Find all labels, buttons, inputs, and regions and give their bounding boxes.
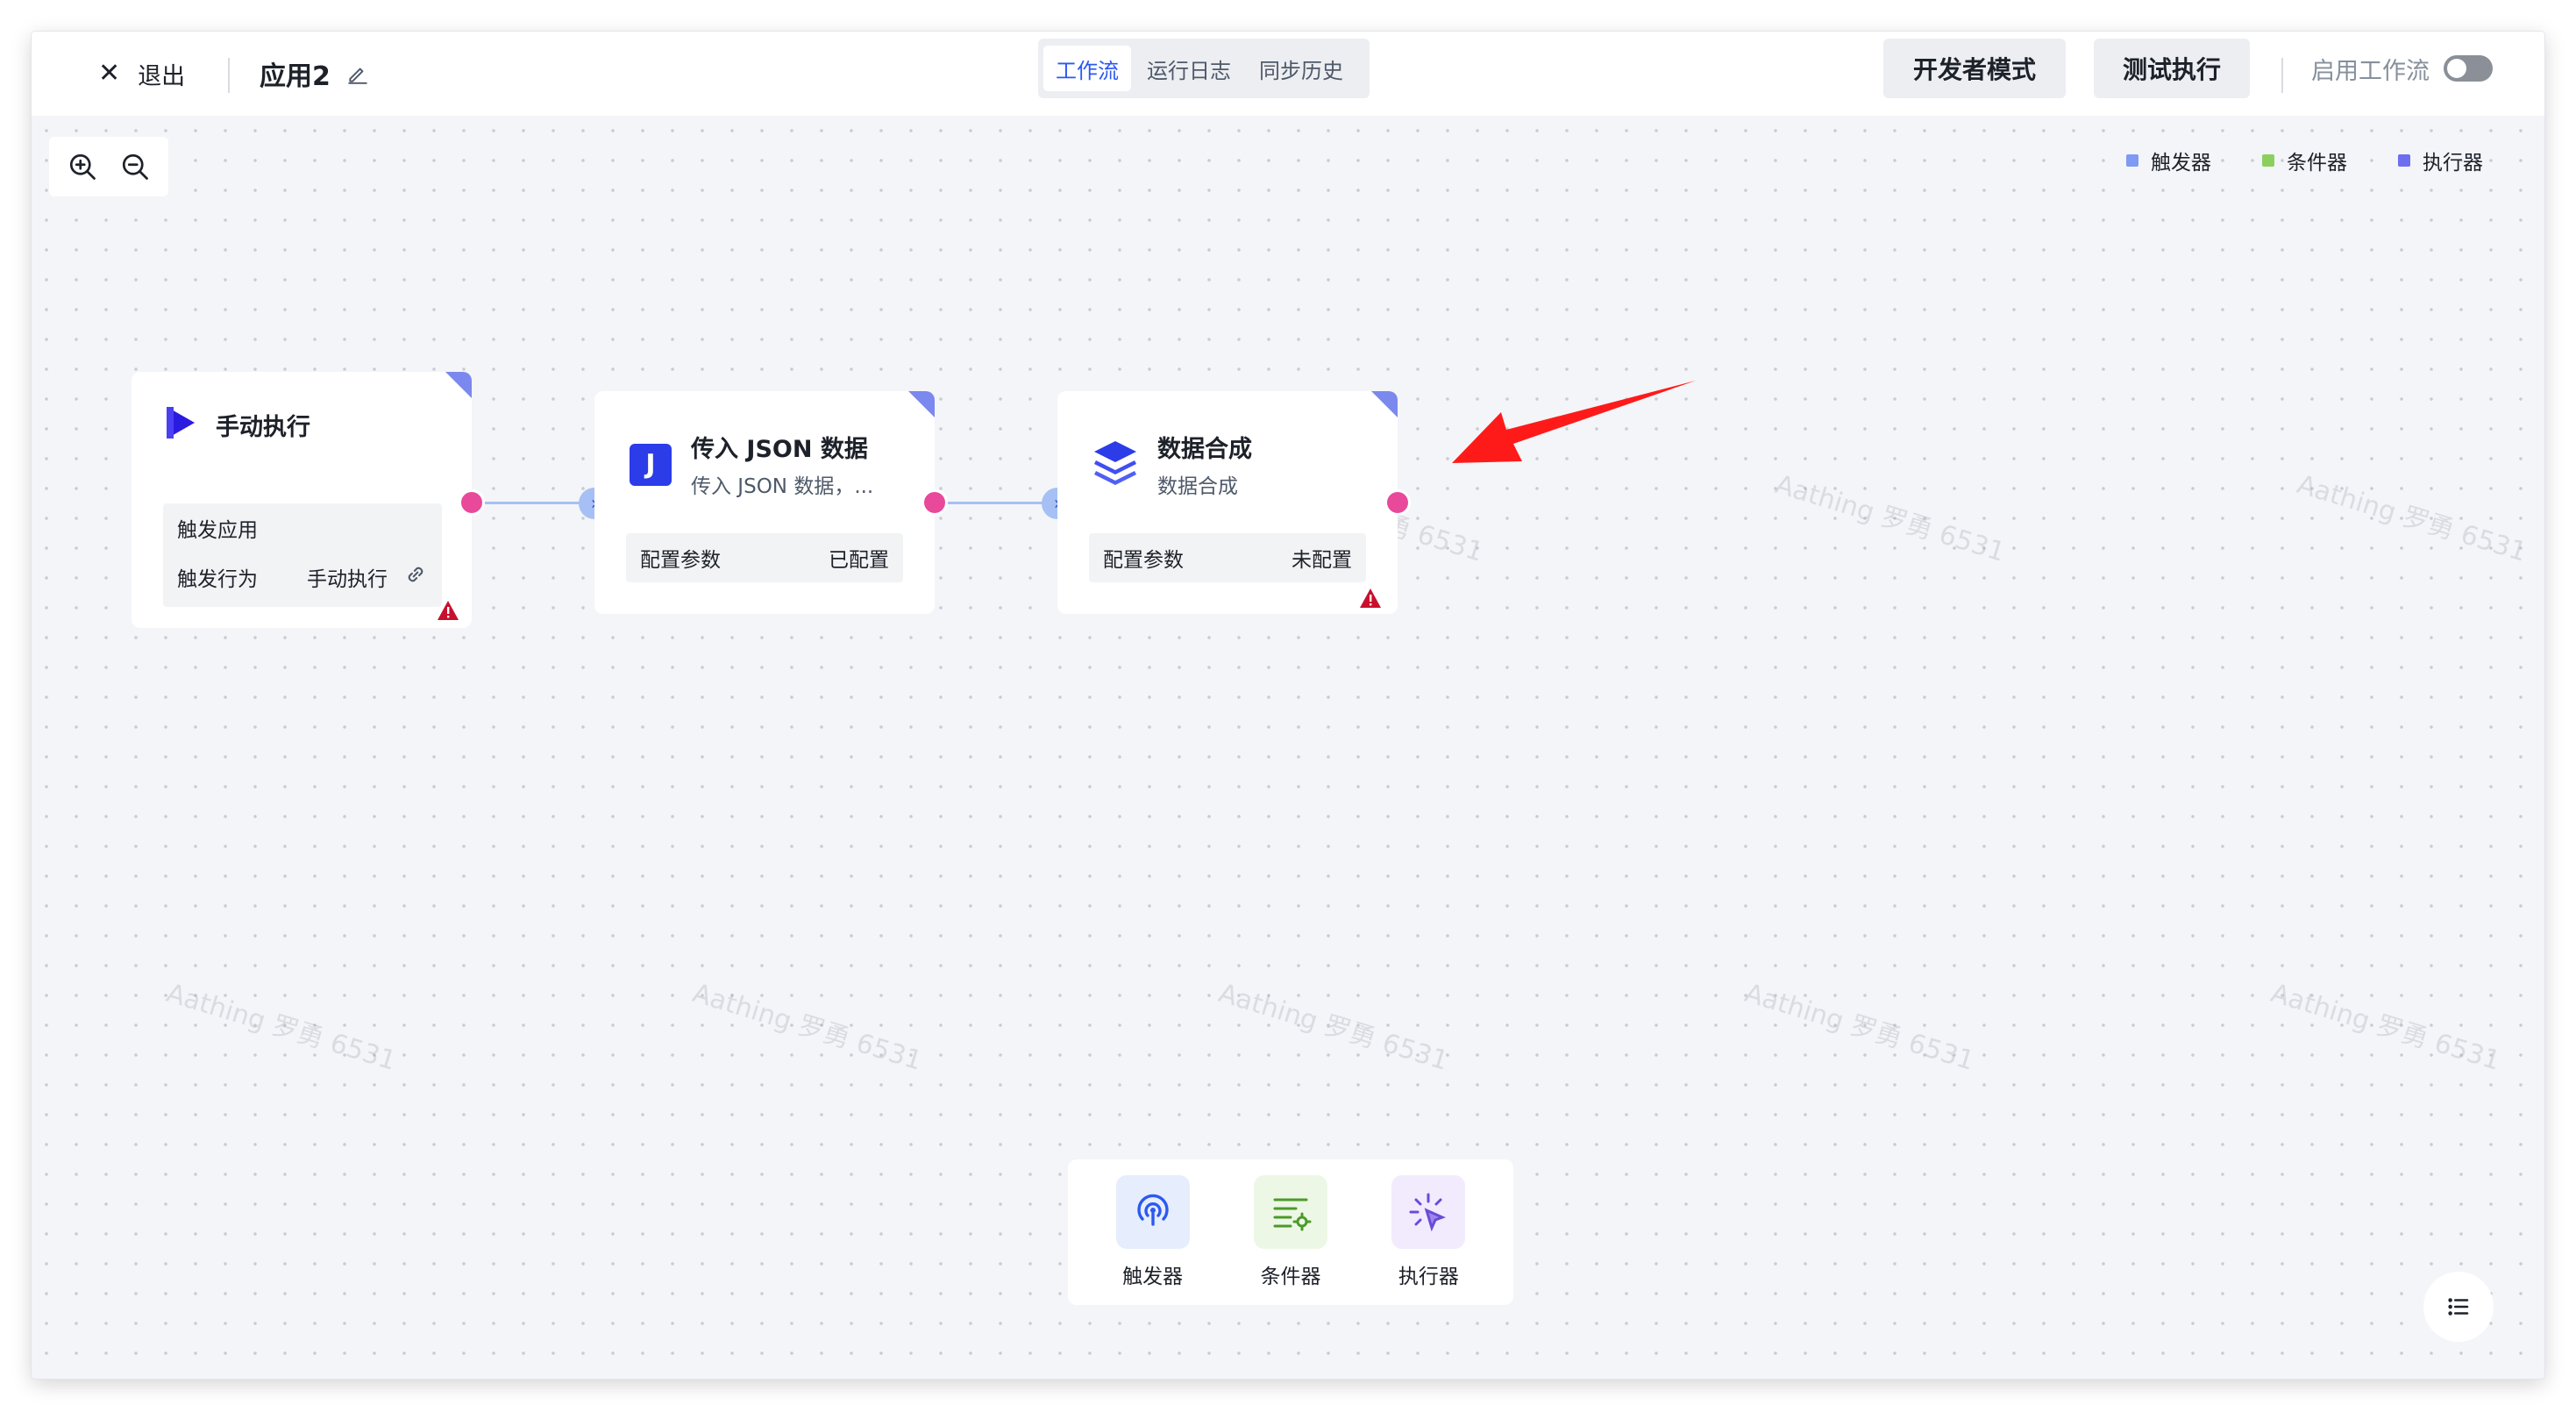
config-status: 已配置 — [829, 549, 889, 572]
play-icon — [167, 407, 196, 442]
zoom-out-icon[interactable] — [119, 151, 151, 182]
enable-workflow-toggle[interactable] — [2444, 55, 2493, 82]
config-row: 配置参数 已配置 — [626, 533, 903, 582]
palette-condition[interactable]: 条件器 — [1253, 1175, 1327, 1289]
output-port[interactable] — [1387, 492, 1408, 513]
node-title: 传入 JSON 数据 — [691, 436, 868, 463]
json-input-node[interactable]: J 传入 JSON 数据 传入 JSON 数据，... 配置参数 已配置 — [594, 391, 935, 614]
node-subtitle: 传入 JSON 数据，... — [691, 475, 874, 498]
warning-icon — [437, 600, 459, 621]
compose-config: 配置参数 未配置 — [1089, 533, 1366, 582]
trigger-config: 触发应用 触发行为 手动执行 — [163, 503, 442, 607]
edge-connector — [940, 502, 1057, 504]
node-text: 传入 JSON 数据 传入 JSON 数据，... — [691, 430, 873, 499]
palette-label: 触发器 — [1122, 1266, 1184, 1288]
zoom-controls — [49, 137, 168, 196]
config-value-wrap: 手动执行 — [307, 562, 428, 592]
node-subtitle: 数据合成 — [1157, 475, 1238, 498]
tab-workflow[interactable]: 工作流 — [1043, 46, 1131, 91]
app-name: 应用2 — [260, 61, 331, 92]
legend-label: 条件器 — [2287, 152, 2347, 175]
app-title: 应用2 — [260, 51, 369, 96]
enable-workflow-label: 启用工作流 — [2311, 57, 2430, 85]
tab-sync-history[interactable]: 同步历史 — [1247, 46, 1356, 91]
legend-label: 触发器 — [2151, 152, 2211, 175]
node-palette: 触发器 条件器 执行器 — [1068, 1159, 1513, 1305]
legend-label: 执行器 — [2423, 152, 2483, 175]
legend-executor: 执行器 — [2398, 146, 2483, 175]
node-text: 数据合成 数据合成 — [1157, 430, 1252, 499]
top-bar: ✕ 退出 应用2 工作流 运行日志 同步历史 开发者模式 测试执行 启用工作流 — [32, 32, 2544, 116]
pencil-icon[interactable] — [346, 62, 369, 85]
config-label: 触发行为 — [177, 568, 258, 591]
exit-button[interactable]: ✕ 退出 — [98, 51, 185, 96]
test-run-button[interactable]: 测试执行 — [2094, 39, 2250, 98]
node-header: J 传入 JSON 数据 传入 JSON 数据，... — [630, 430, 873, 499]
json-icon: J — [630, 443, 672, 486]
view-tabs: 工作流 运行日志 同步历史 — [1038, 39, 1370, 98]
output-port[interactable] — [924, 492, 945, 513]
close-icon: ✕ — [98, 58, 121, 89]
enable-workflow: 启用工作流 — [2311, 44, 2493, 93]
config-row: 触发应用 — [163, 503, 442, 553]
trigger-icon — [1115, 1175, 1190, 1249]
node-header: 手动执行 — [167, 407, 310, 442]
node-title: 数据合成 — [1157, 436, 1252, 463]
config-value: 手动执行 — [307, 568, 388, 591]
node-title: 手动执行 — [216, 413, 310, 441]
divider — [228, 58, 230, 93]
exit-label: 退出 — [138, 62, 186, 90]
warning-icon — [1359, 588, 1382, 609]
config-label: 配置参数 — [640, 549, 721, 572]
node-header: 数据合成 数据合成 — [1092, 430, 1252, 499]
legend-swatch — [2126, 154, 2138, 167]
divider — [2281, 58, 2283, 93]
config-row: 触发行为 手动执行 — [163, 553, 442, 602]
node-corner-marker — [1371, 391, 1398, 417]
config-row: 配置参数 未配置 — [1089, 533, 1366, 582]
palette-trigger[interactable]: 触发器 — [1115, 1175, 1190, 1289]
app-window: Aathing 罗勇 6531 Aathing 罗勇 6531 Aathing … — [32, 32, 2544, 1379]
json-config: 配置参数 已配置 — [626, 533, 903, 582]
toggle-knob — [2447, 59, 2466, 78]
zoom-in-icon[interactable] — [67, 151, 98, 182]
list-icon — [2448, 1298, 2469, 1316]
palette-label: 执行器 — [1398, 1266, 1459, 1288]
legend-swatch — [2262, 154, 2274, 167]
link-icon[interactable] — [403, 562, 428, 592]
node-legend: 触发器 条件器 执行器 — [2126, 146, 2483, 175]
config-label: 配置参数 — [1103, 549, 1184, 572]
trigger-node[interactable]: 手动执行 触发应用 触发行为 手动执行 — [132, 372, 472, 628]
legend-condition: 条件器 — [2262, 146, 2347, 175]
legend-swatch — [2398, 154, 2410, 167]
data-compose-node[interactable]: 数据合成 数据合成 配置参数 未配置 — [1057, 391, 1398, 614]
output-port[interactable] — [461, 492, 482, 513]
palette-executor[interactable]: 执行器 — [1391, 1175, 1466, 1289]
node-corner-marker — [908, 391, 935, 417]
executor-icon — [1391, 1175, 1466, 1249]
layers-icon — [1092, 439, 1138, 490]
config-label: 触发应用 — [177, 519, 258, 542]
list-toggle-button[interactable] — [2423, 1272, 2494, 1342]
edge-connector — [477, 502, 594, 504]
condition-icon — [1253, 1175, 1327, 1249]
tab-run-logs[interactable]: 运行日志 — [1135, 46, 1243, 91]
config-status: 未配置 — [1292, 549, 1352, 572]
developer-mode-button[interactable]: 开发者模式 — [1883, 39, 2066, 98]
node-corner-marker — [445, 372, 472, 398]
palette-label: 条件器 — [1260, 1266, 1321, 1288]
legend-trigger: 触发器 — [2126, 146, 2211, 175]
